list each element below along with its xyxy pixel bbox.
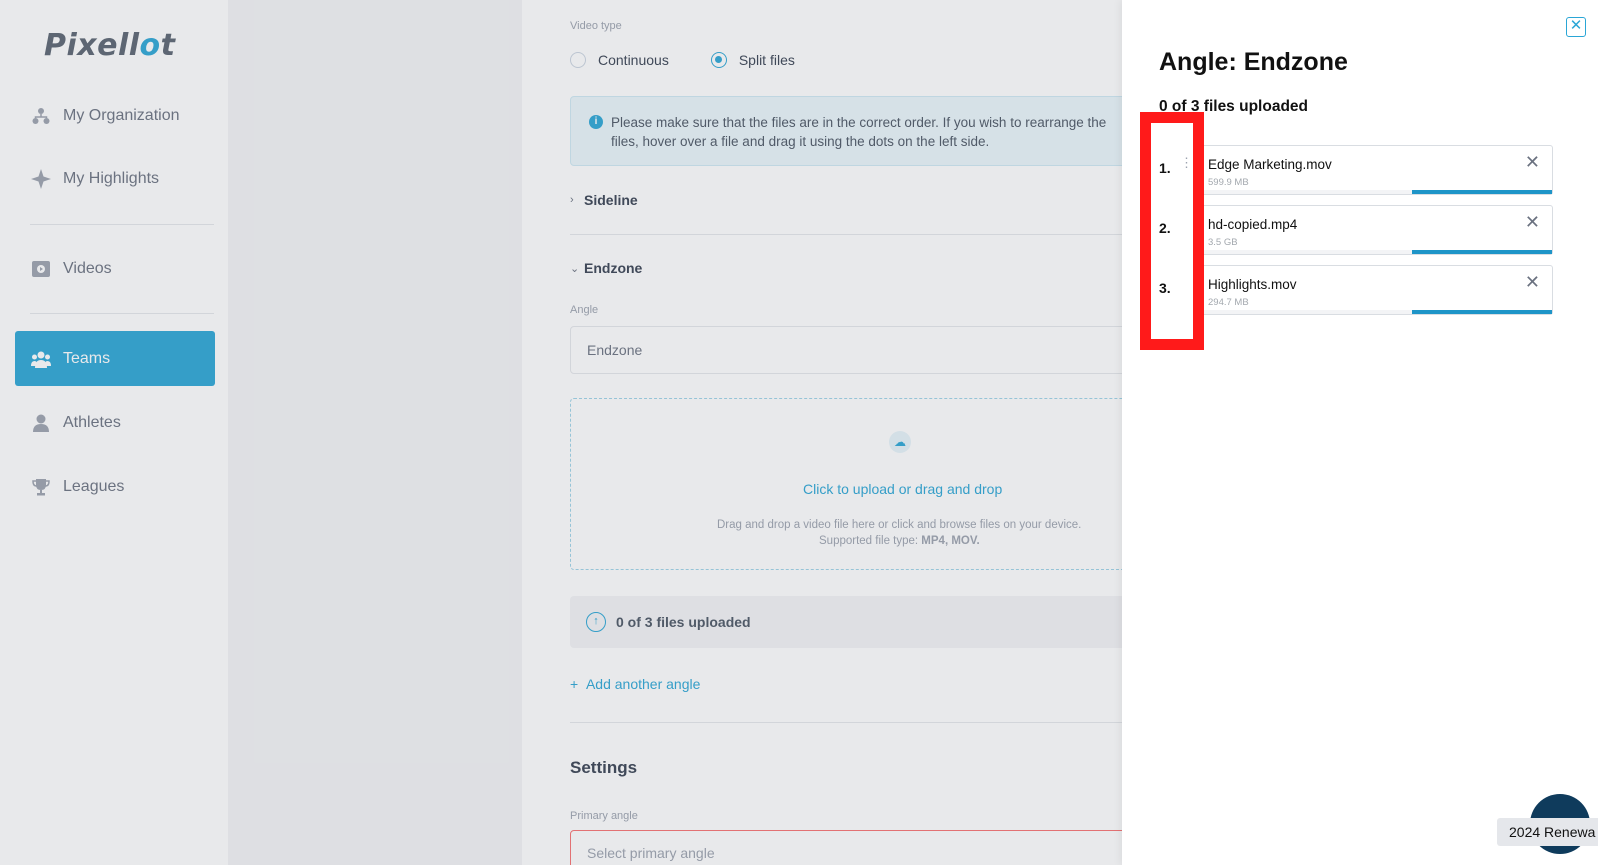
upload-progress-fill [1412,190,1552,194]
highlight-annotation-box [1140,112,1204,350]
file-item[interactable]: Highlights.mov 294.7 MB ✕ [1201,265,1553,315]
remove-file-button[interactable]: ✕ [1525,152,1540,173]
file-name: hd-copied.mp4 [1208,217,1298,232]
file-size: 3.5 GB [1208,237,1238,248]
modal-backdrop[interactable] [0,0,1122,865]
close-drawer-button[interactable]: ✕ [1566,17,1586,37]
upload-progress-fill [1412,310,1552,314]
file-item[interactable]: hd-copied.mp4 3.5 GB ✕ [1201,205,1553,255]
drawer-title: Angle: Endzone [1159,48,1348,76]
close-icon: ✕ [1569,17,1583,34]
file-name: Edge Marketing.mov [1208,157,1332,172]
file-name: Highlights.mov [1208,277,1297,292]
renewal-badge[interactable]: 2024 Renewa [1497,818,1598,846]
remove-file-button[interactable]: ✕ [1525,212,1540,233]
file-size: 599.9 MB [1208,177,1249,188]
file-item[interactable]: Edge Marketing.mov 599.9 MB ✕ [1201,145,1553,195]
upload-progress-fill [1412,250,1552,254]
file-size: 294.7 MB [1208,297,1249,308]
remove-file-button[interactable]: ✕ [1525,272,1540,293]
